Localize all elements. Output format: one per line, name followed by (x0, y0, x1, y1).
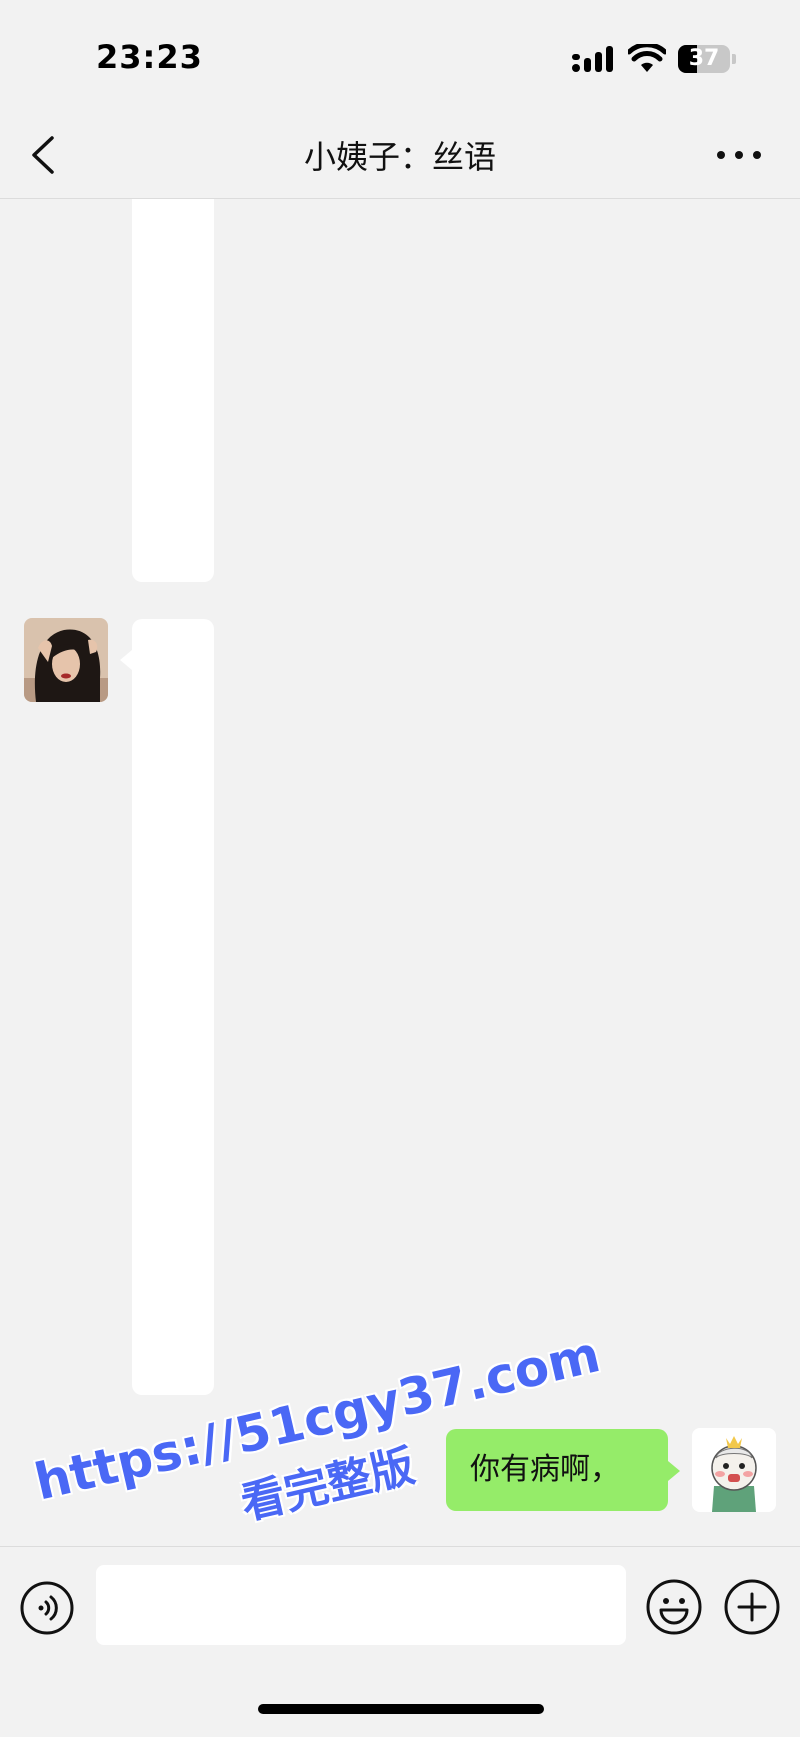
chat-title: 小姨子：丝语 (303, 138, 496, 176)
chat-message-list[interactable]: 你有病啊， (0, 199, 800, 1546)
my-message-bubble[interactable]: 你有病啊， (446, 1429, 668, 1511)
status-time: 23:23 (96, 38, 203, 76)
message-input[interactable] (96, 1565, 626, 1645)
home-indicator[interactable] (258, 1704, 544, 1714)
bubble-tail (120, 650, 132, 670)
message-image-blank[interactable] (132, 619, 214, 1395)
plus-icon[interactable] (724, 1579, 780, 1635)
my-avatar-image (692, 1428, 776, 1512)
more-options-button[interactable] (714, 142, 764, 168)
voice-icon[interactable] (20, 1581, 74, 1635)
battery-cap (732, 54, 736, 64)
message-image-blank[interactable] (132, 199, 214, 582)
wifi-icon (628, 44, 666, 72)
battery-level: 37 (688, 46, 720, 71)
bubble-tail (668, 1461, 680, 1481)
back-button[interactable] (26, 134, 66, 176)
emoji-icon[interactable] (646, 1579, 702, 1635)
contact-avatar[interactable] (24, 618, 108, 702)
my-avatar[interactable] (692, 1428, 776, 1512)
chat-header: 小姨子：丝语 (0, 112, 800, 199)
cellular-signal-icon (572, 46, 613, 72)
status-bar: 23:23 37 (0, 0, 800, 112)
battery-icon: 37 (678, 45, 730, 73)
contact-avatar-image (24, 618, 108, 702)
